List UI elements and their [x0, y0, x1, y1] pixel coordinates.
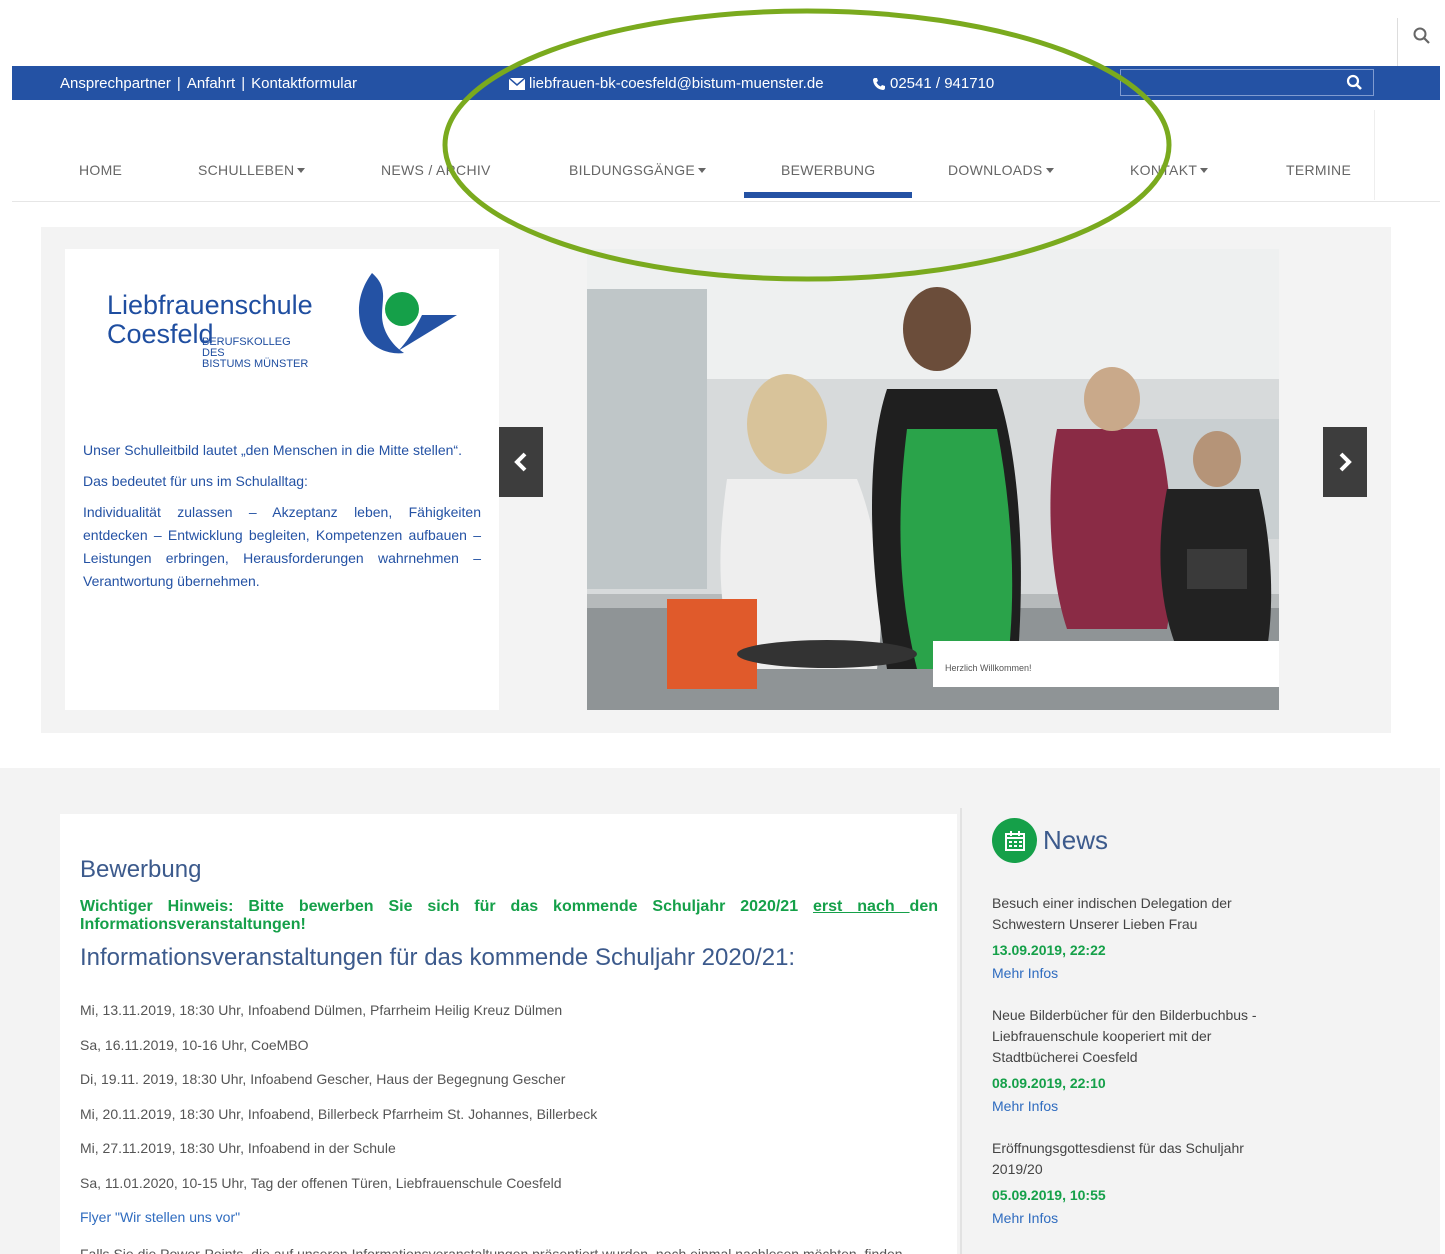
event-item: Mi, 27.11.2019, 18:30 Uhr, Infoabend in … [80, 1140, 396, 1156]
nav-bewerbung-label: BEWERBUNG [781, 162, 876, 178]
event-item: Mi, 20.11.2019, 18:30 Uhr, Infoabend, Bi… [80, 1105, 598, 1122]
news-sidebar: News Besuch einer indischen Delegation d… [992, 818, 1292, 1226]
news-item-link[interactable]: Mehr Infos [992, 1098, 1292, 1114]
link-anfahrt[interactable]: Anfahrt [187, 75, 235, 92]
separator: | [241, 75, 246, 92]
nav-kontakt-label: KONTAKT [1130, 162, 1198, 178]
slider-image: Herzlich Willkommen! [587, 249, 1279, 710]
intro-paragraph: Das bedeutet für uns im Schulalltag: [83, 473, 308, 489]
nav-schulleben[interactable]: SCHULLEBEN [198, 162, 306, 178]
chevron-right-icon [1339, 452, 1352, 472]
email-text: liebfrauen-bk-coesfeld@bistum-muenster.d… [529, 75, 824, 92]
search-box [1120, 69, 1374, 96]
notice-text: Wichtiger Hinweis: Bitte bewerben Sie si… [80, 898, 814, 915]
intro-text: Unser Schulleitbild lautet „den Menschen… [83, 439, 481, 601]
intro-box: Liebfrauenschule Coesfeld BERUFSKOLLEG D… [65, 249, 499, 710]
link-kontaktformular[interactable]: Kontaktformular [251, 75, 357, 92]
contact-links: Ansprechpartner | Anfahrt | Kontaktformular [60, 75, 357, 92]
event-item: Sa, 16.11.2019, 10-16 Uhr, CoeMBO [80, 1036, 309, 1053]
main-nav: HOME SCHULLEBEN NEWS / ARCHIV BILDUNGSGÄ… [12, 100, 1440, 202]
news-title: News [1043, 825, 1109, 855]
caret-down-icon [1200, 167, 1209, 173]
phone-link[interactable]: 02541 / 941710 [872, 75, 994, 92]
nav-termine-label: TERMINE [1286, 162, 1352, 178]
main-content: Bewerbung Wichtiger Hinweis: Bitte bewer… [60, 814, 957, 1254]
nav-home[interactable]: HOME [79, 162, 122, 178]
logo-subtitle: BERUFSKOLLEG DES BISTUMS MÜNSTER [202, 337, 308, 370]
event-item: Sa, 11.01.2020, 10-15 Uhr, Tag der offen… [80, 1174, 562, 1191]
calendar-icon [992, 818, 1037, 863]
content-section: Bewerbung Wichtiger Hinweis: Bitte bewer… [0, 768, 1440, 1254]
separator: | [176, 75, 181, 92]
events-list: Mi, 13.11.2019, 18:30 Uhr, Infoabend Dül… [80, 1001, 940, 1208]
news-item-date: 05.09.2019, 10:55 [992, 1187, 1106, 1203]
intro-paragraph: Individualität zulassen – Akzeptanz lebe… [83, 504, 481, 589]
caret-down-icon [1045, 167, 1054, 173]
events-heading: Informationsveranstaltungen für das komm… [80, 944, 796, 971]
notice-underlined: erst nach [813, 898, 910, 915]
hero-section: Liebfrauenschule Coesfeld BERUFSKOLLEG D… [41, 227, 1391, 733]
search-button-icon[interactable] [1345, 73, 1365, 93]
news-item-date: 13.09.2019, 22:22 [992, 942, 1106, 958]
news-item: Eröffnungsgottesdienst für das Schuljahr… [992, 1138, 1292, 1226]
search-input[interactable] [1121, 70, 1341, 95]
nav-news-archiv[interactable]: NEWS / ARCHIV [381, 162, 491, 178]
nav-active-indicator [744, 192, 912, 198]
search-icon[interactable] [1412, 26, 1432, 46]
envelope-icon [509, 77, 525, 90]
event-item: Mi, 13.11.2019, 18:30 Uhr, Infoabend Dül… [80, 1002, 563, 1018]
flyer-link[interactable]: Flyer "Wir stellen uns vor" [80, 1209, 240, 1225]
phone-icon [873, 77, 885, 90]
chevron-left-icon [514, 452, 527, 472]
slide-caption: Herzlich Willkommen! [933, 641, 1279, 687]
nav-divider [1374, 110, 1375, 200]
news-item-text[interactable]: Eröffnungsgottesdienst für das Schuljahr… [992, 1138, 1292, 1180]
news-item: Neue Bilderbücher für den Bilderbuchbus … [992, 1005, 1292, 1114]
top-divider [1397, 18, 1398, 66]
slider-next-button[interactable] [1323, 427, 1367, 497]
nav-termine[interactable]: TERMINE [1286, 162, 1351, 178]
school-logo[interactable]: Liebfrauenschule Coesfeld BERUFSKOLLEG D… [107, 271, 477, 381]
event-item: Di, 19.11. 2019, 18:30 Uhr, Infoabend Ge… [80, 1071, 566, 1087]
news-item-link[interactable]: Mehr Infos [992, 965, 1292, 981]
important-notice: Wichtiger Hinweis: Bitte bewerben Sie si… [80, 898, 938, 934]
caret-down-icon [297, 167, 306, 173]
nav-bildungsgaenge-label: BILDUNGSGÄNGE [569, 162, 696, 178]
page-title: Bewerbung [80, 856, 202, 883]
news-item-link[interactable]: Mehr Infos [992, 1210, 1292, 1226]
nav-downloads[interactable]: DOWNLOADS [948, 162, 1054, 178]
nav-news-label: NEWS / ARCHIV [381, 162, 491, 178]
phone-text: 02541 / 941710 [890, 75, 995, 92]
nav-home-label: HOME [79, 162, 123, 178]
logo-mark-icon [358, 273, 457, 354]
link-ansprechpartner[interactable]: Ansprechpartner [60, 75, 171, 92]
news-item: Besuch einer indischen Delegation der Sc… [992, 893, 1292, 981]
nav-bildungsgaenge[interactable]: BILDUNGSGÄNGE [569, 162, 707, 178]
slider-prev-button[interactable] [499, 427, 543, 497]
powerpoint-text: Falls Sie die Power-Points, die auf unse… [80, 1246, 903, 1254]
top-strip [0, 0, 1445, 66]
news-item-text[interactable]: Neue Bilderbücher für den Bilderbuchbus … [992, 1005, 1292, 1068]
contact-bar: Ansprechpartner | Anfahrt | Kontaktformular … [12, 66, 1440, 100]
logo-sub3: BISTUMS MÜNSTER [202, 358, 309, 370]
news-item-text[interactable]: Besuch einer indischen Delegation der Sc… [992, 893, 1292, 935]
caret-down-icon [698, 167, 707, 173]
intro-paragraph: Unser Schulleitbild lautet „den Menschen… [83, 442, 462, 458]
nav-schulleben-label: SCHULLEBEN [198, 162, 295, 178]
news-item-date: 08.09.2019, 22:10 [992, 1075, 1106, 1091]
nav-bewerbung[interactable]: BEWERBUNG [781, 162, 876, 178]
nav-downloads-label: DOWNLOADS [948, 162, 1043, 178]
email-link[interactable]: liebfrauen-bk-coesfeld@bistum-muenster.d… [509, 75, 824, 92]
news-header: News [992, 818, 1292, 863]
logo-line1: Liebfrauenschule [107, 290, 313, 320]
column-divider [960, 808, 962, 1254]
nav-kontakt[interactable]: KONTAKT [1130, 162, 1209, 178]
